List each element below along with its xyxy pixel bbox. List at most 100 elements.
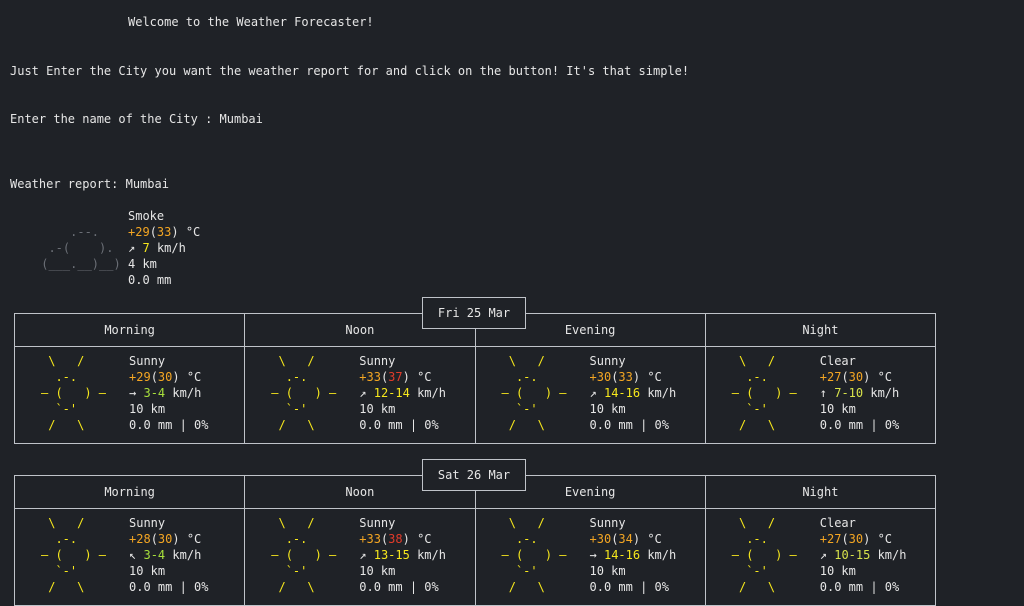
forecast-info: Sunny +33(38) °C ↗ 13-15 km/h 10 km 0.0 … <box>359 516 446 594</box>
period-header: Morning <box>104 485 155 499</box>
sun-icon: \ / .-. ― ( ) ― `-' / \ <box>271 354 337 432</box>
forecast-table: Morning Noon Evening Night \ / .-. ― ( ) ― … <box>14 475 936 606</box>
feels-like-value: 30 <box>848 370 864 384</box>
visibility: 10 km <box>129 564 166 578</box>
forecast-info: Sunny +28(30) °C ↖ 3-4 km/h 10 km 0.0 mm… <box>129 516 209 594</box>
condition-label: Sunny <box>359 516 396 530</box>
temp-unit: °C <box>877 370 893 384</box>
current-precip: 0.0 mm <box>128 273 172 287</box>
temp-unit: °C <box>417 370 432 384</box>
feels-like-value: 30 <box>157 532 173 546</box>
visibility: 10 km <box>819 402 856 416</box>
current-conditions: Smoke +29(33) °C ↗ 7 km/h 4 km 0.0 mm <box>128 209 201 287</box>
wind-speed: 14-16 <box>603 548 641 562</box>
temp-unit: °C <box>647 532 662 546</box>
current-condition: Smoke <box>128 209 165 223</box>
forecast-info: Sunny +30(34) °C → 14-16 km/h 10 km 0.0 … <box>589 516 677 594</box>
feels-like-value: 30 <box>848 532 864 546</box>
temp-value: +27 <box>819 370 842 384</box>
wind-unit: km/h <box>870 386 900 400</box>
sun-icon: \ / .-. ― ( ) ― `-' / \ <box>41 354 107 432</box>
forecast-info: Sunny +30(33) °C ↗ 14-16 km/h 10 km 0.0 … <box>589 354 677 432</box>
precipitation: 0.0 mm | 0% <box>819 418 900 432</box>
current-wind: 7 <box>142 241 150 255</box>
forecast-row: \ / .-. ― ( ) ― `-' / \ Sunny +28(30) °C … <box>15 509 935 605</box>
visibility: 10 km <box>589 564 626 578</box>
city-prompt-label: Enter the name of the City : <box>10 112 220 126</box>
report-title: Weather report: Mumbai <box>10 177 169 191</box>
wind-unit: km/h <box>877 548 907 562</box>
wind-unit: km/h <box>647 548 677 562</box>
wind-arrow: ↑ <box>819 386 827 400</box>
forecast-cell: \ / .-. ― ( ) ― `-' / \ Sunny +30(33) °C … <box>474 347 705 443</box>
condition-label: Sunny <box>129 354 166 368</box>
current-temp: +29 <box>128 225 150 239</box>
precipitation: 0.0 mm | 0% <box>819 580 900 594</box>
condition-label: Clear <box>819 516 856 530</box>
condition-label: Sunny <box>589 516 626 530</box>
wind-arrow: → <box>129 386 137 400</box>
forecast-info: Clear +27(30) °C ↗ 10-15 km/h 10 km 0.0 … <box>819 516 907 594</box>
period-header: Night <box>704 476 935 508</box>
temp-value: +30 <box>589 532 612 546</box>
wind-speed: 3-4 <box>143 386 166 400</box>
forecast-cell: \ / .-. ― ( ) ― `-' / \ Sunny +30(34) °C … <box>474 509 705 605</box>
forecast-cell: \ / .-. ― ( ) ― `-' / \ Sunny +29(30) °C … <box>15 347 244 443</box>
wind-speed: 12-14 <box>373 386 410 400</box>
city-input[interactable]: Mumbai <box>220 112 263 126</box>
visibility: 10 km <box>359 564 396 578</box>
wind-unit: km/h <box>647 386 677 400</box>
wind-arrow: ↗ <box>128 241 136 255</box>
sun-icon: \ / .-. ― ( ) ― `-' / \ <box>501 354 567 432</box>
wind-unit: km/h <box>172 548 202 562</box>
visibility: 10 km <box>359 402 396 416</box>
temp-value: +28 <box>129 532 151 546</box>
city-prompt: Enter the name of the City : Mumbai <box>10 111 263 127</box>
visibility: 10 km <box>129 402 166 416</box>
wind-speed: 10-15 <box>834 548 871 562</box>
temp-value: +33 <box>359 532 381 546</box>
cloud-icon: .--. .-( ). (___.__)__) <box>41 225 121 271</box>
temp-unit: °C <box>186 532 202 546</box>
visibility: 10 km <box>589 402 626 416</box>
welcome-heading: Welcome to the Weather Forecaster! <box>128 15 374 29</box>
forecast-cell: \ / .-. ― ( ) ― `-' / \ Clear +27(30) °C … <box>704 509 935 605</box>
wind-speed: 3-4 <box>143 548 166 562</box>
precipitation: 0.0 mm | 0% <box>359 580 439 594</box>
forecast-cell: \ / .-. ― ( ) ― `-' / \ Clear +27(30) °C … <box>704 347 935 443</box>
temp-unit: °C <box>647 370 662 384</box>
sun-icon: \ / .-. ― ( ) ― `-' / \ <box>731 516 797 594</box>
wind-arrow: ↗ <box>359 386 367 400</box>
temp-value: +30 <box>589 370 612 384</box>
forecast-cell: \ / .-. ― ( ) ― `-' / \ Sunny +33(37) °C … <box>244 347 474 443</box>
forecast-info: Clear +27(30) °C ↑ 7-10 km/h 10 km 0.0 m… <box>819 354 900 432</box>
wind-speed: 7-10 <box>834 386 864 400</box>
feels-like-value: 37 <box>388 370 403 384</box>
condition-label: Sunny <box>359 354 396 368</box>
wind-unit: km/h <box>172 386 202 400</box>
precipitation: 0.0 mm | 0% <box>589 580 669 594</box>
condition-label: Clear <box>819 354 856 368</box>
visibility: 10 km <box>819 564 856 578</box>
date-label: Fri 25 Mar <box>422 297 526 329</box>
wind-arrow: ↗ <box>819 548 827 562</box>
instructions-text: Just Enter the City you want the weather… <box>10 64 690 78</box>
forecast-cell: \ / .-. ― ( ) ― `-' / \ Sunny +28(30) °C … <box>15 509 244 605</box>
condition-label: Sunny <box>129 516 166 530</box>
wind-unit: km/h <box>417 548 446 562</box>
forecast-table: Morning Noon Evening Night \ / .-. ― ( ) ― … <box>14 313 936 444</box>
wind-arrow: ↗ <box>589 386 597 400</box>
sun-icon: \ / .-. ― ( ) ― `-' / \ <box>501 516 567 594</box>
sun-icon: \ / .-. ― ( ) ― `-' / \ <box>271 516 337 594</box>
period-header: Morning <box>104 323 155 337</box>
condition-label: Sunny <box>589 354 626 368</box>
temp-unit: °C <box>186 370 202 384</box>
sun-icon: \ / .-. ― ( ) ― `-' / \ <box>41 516 107 594</box>
wind-arrow: ↗ <box>359 548 367 562</box>
temp-unit: °C <box>877 532 893 546</box>
current-visibility: 4 km <box>128 257 157 271</box>
forecast-info: Sunny +29(30) °C → 3-4 km/h 10 km 0.0 mm… <box>129 354 209 432</box>
precipitation: 0.0 mm | 0% <box>589 418 669 432</box>
precipitation: 0.0 mm | 0% <box>129 418 209 432</box>
temp-unit: °C <box>417 532 432 546</box>
